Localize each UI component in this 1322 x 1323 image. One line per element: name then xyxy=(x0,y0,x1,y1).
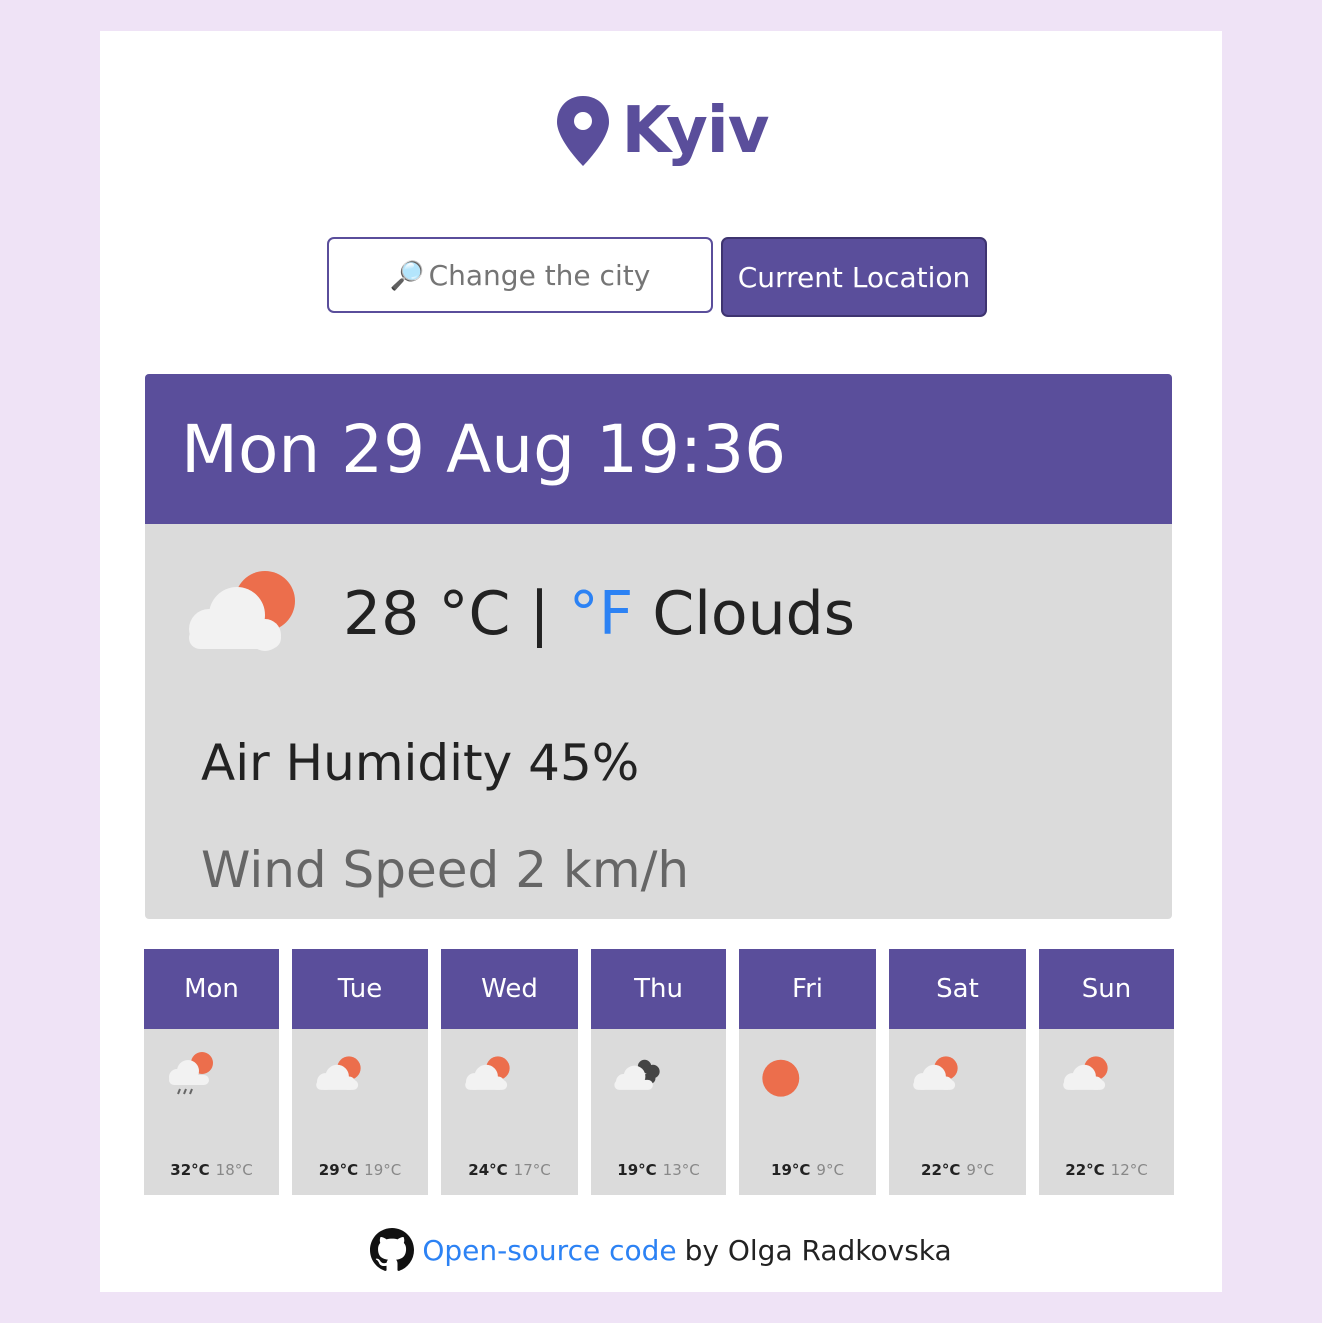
forecast-max: 22°C xyxy=(921,1161,961,1179)
forecast-temps: 22°C 12°C xyxy=(1039,1161,1174,1179)
footer: Open-source code by Olga Radkovska xyxy=(100,1225,1222,1275)
forecast-temps: 19°C 13°C xyxy=(591,1161,726,1179)
partly-cloudy-icon xyxy=(465,1056,510,1090)
forecast-min: 9°C xyxy=(966,1161,994,1179)
air-humidity: Air Humidity 45% xyxy=(201,734,639,792)
forecast-day: Sun 22°C 12°C xyxy=(1039,949,1174,1195)
author-credit: by Olga Radkovska xyxy=(684,1233,952,1267)
city-header: Kyiv xyxy=(100,83,1222,178)
forecast-max: 19°C xyxy=(771,1161,811,1179)
humidity-label: Air Humidity xyxy=(201,734,513,792)
forecast-max: 22°C xyxy=(1065,1161,1105,1179)
forecast-min: 9°C xyxy=(816,1161,844,1179)
current-temperature-line: 28 °C | °F Clouds xyxy=(343,579,855,649)
current-weather-panel: Mon 29 Aug 19:36 28 °C | °F Clouds Air H… xyxy=(145,374,1172,919)
forecast-min: 18°C xyxy=(215,1161,253,1179)
city-search-input[interactable]: 🔎 Change the city xyxy=(327,237,713,313)
forecast-temps: 24°C 17°C xyxy=(441,1161,578,1179)
forecast-min: 12°C xyxy=(1110,1161,1148,1179)
forecast-day-name: Wed xyxy=(441,949,578,1029)
search-placeholder: Change the city xyxy=(428,258,651,292)
current-temperature: 28 xyxy=(343,579,420,649)
forecast-max: 19°C xyxy=(617,1161,657,1179)
forecast-row: Mon 32°C 18°C Tue 29°C 19°C Wed 24°C 17°… xyxy=(144,949,1174,1195)
partly-cloudy-icon xyxy=(1063,1056,1108,1090)
current-conditions: 28 °C | °F Clouds xyxy=(177,569,855,659)
forecast-temps: 32°C 18°C xyxy=(144,1161,279,1179)
open-source-link[interactable]: Open-source code xyxy=(422,1234,676,1267)
forecast-temps: 19°C 9°C xyxy=(739,1161,876,1179)
city-name: Kyiv xyxy=(621,93,770,168)
unit-separator: | xyxy=(529,579,550,649)
forecast-day-name: Sun xyxy=(1039,949,1174,1029)
forecast-min: 17°C xyxy=(513,1161,551,1179)
forecast-day-name: Fri xyxy=(739,949,876,1029)
forecast-day: Fri 19°C 9°C xyxy=(739,949,876,1195)
weather-card: Kyiv 🔎 Change the city Current Location … xyxy=(100,31,1222,1292)
dark-clouds-icon xyxy=(614,1059,660,1090)
forecast-day: Sat 22°C 9°C xyxy=(889,949,1026,1195)
forecast-max: 32°C xyxy=(170,1161,210,1179)
forecast-max: 29°C xyxy=(318,1161,359,1179)
forecast-day-name: Tue xyxy=(292,949,428,1029)
rain-partly-cloudy-icon xyxy=(169,1052,213,1095)
celsius-unit[interactable]: °C xyxy=(438,579,510,649)
magnifier-icon: 🔎 xyxy=(389,258,425,292)
fahrenheit-unit-link[interactable]: °F xyxy=(569,579,634,649)
github-icon[interactable] xyxy=(370,1228,415,1272)
weather-description: Clouds xyxy=(652,579,855,649)
forecast-day: Thu 19°C 13°C xyxy=(591,949,726,1195)
current-location-button[interactable]: Current Location xyxy=(721,237,987,317)
forecast-day-name: Thu xyxy=(591,949,726,1029)
current-datetime: Mon 29 Aug 19:36 xyxy=(145,374,1172,524)
partly-cloudy-icon xyxy=(316,1056,361,1090)
humidity-value: 45% xyxy=(528,734,640,792)
forecast-day: Wed 24°C 17°C xyxy=(441,949,578,1195)
forecast-day-name: Sat xyxy=(889,949,1026,1029)
forecast-temps: 29°C 19°C xyxy=(292,1161,428,1179)
forecast-day: Tue 29°C 19°C xyxy=(292,949,428,1195)
sun-icon xyxy=(762,1059,800,1097)
partly-cloudy-icon xyxy=(189,571,295,651)
wind-label: Wind Speed xyxy=(201,841,500,899)
forecast-max: 24°C xyxy=(468,1161,508,1179)
forecast-min: 13°C xyxy=(662,1161,700,1179)
map-pin-icon xyxy=(556,95,609,166)
wind-speed: Wind Speed 2 km/h xyxy=(201,841,689,899)
forecast-temps: 22°C 9°C xyxy=(889,1161,1026,1179)
wind-value: 2 km/h xyxy=(515,841,690,899)
forecast-day: Mon 32°C 18°C xyxy=(144,949,279,1195)
search-row: 🔎 Change the city Current Location xyxy=(327,237,987,317)
partly-cloudy-icon xyxy=(913,1056,958,1090)
forecast-min: 19°C xyxy=(364,1161,402,1179)
forecast-day-name: Mon xyxy=(144,949,279,1029)
